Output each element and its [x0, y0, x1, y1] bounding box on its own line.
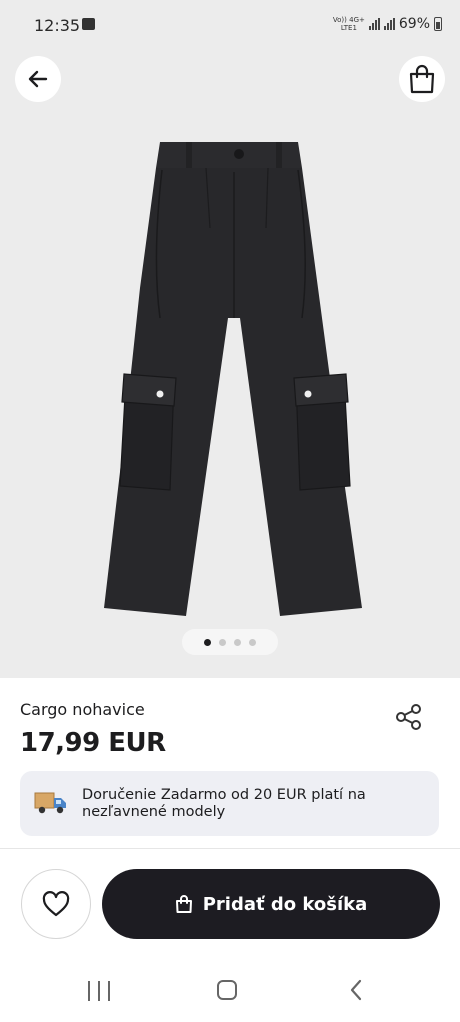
signal-icon-2: [383, 18, 395, 30]
delivery-text: Doručenie Zadarmo od 20 EUR platí na nez…: [82, 787, 366, 820]
add-to-cart-label: Pridať do košíka: [202, 893, 368, 915]
system-back-icon[interactable]: [348, 978, 364, 1002]
status-indicators: Vo)) 4G+ LTE1 69%: [333, 16, 442, 32]
status-bar: 12:35 Vo)) 4G+ LTE1 69%: [0, 0, 460, 38]
cargo-pants-image: [104, 142, 362, 616]
delivery-info-banner: Doručenie Zadarmo od 20 EUR platí na nez…: [20, 771, 439, 836]
back-button[interactable]: [15, 56, 61, 102]
arrow-left-icon: [28, 70, 48, 88]
pagination-dot[interactable]: [249, 638, 256, 646]
share-button[interactable]: [394, 702, 424, 732]
network-line-1: Vo)) 4G+: [332, 16, 365, 24]
system-navigation-bar: [0, 962, 460, 1022]
product-image-gallery[interactable]: [0, 38, 460, 678]
shopping-bag-button[interactable]: [399, 56, 445, 102]
battery-icon: [434, 17, 442, 31]
image-pagination: [182, 629, 278, 655]
product-title: Cargo nohavice: [20, 700, 145, 719]
network-line-2: LTE1: [340, 24, 357, 32]
recent-apps-icon[interactable]: [88, 981, 110, 1001]
share-icon: [396, 704, 421, 730]
favorite-button[interactable]: [21, 869, 91, 939]
network-indicator: Vo)) 4G+ LTE1: [333, 16, 365, 32]
divider: [0, 848, 460, 849]
battery-percentage: 69%: [398, 16, 430, 32]
shopping-bag-icon: [409, 64, 435, 94]
pagination-dot-active[interactable]: [204, 638, 211, 646]
shopping-bag-icon: [175, 895, 192, 913]
add-to-cart-button[interactable]: Pridať do košíka: [102, 869, 440, 939]
delivery-truck-icon: [34, 792, 66, 814]
image-notification-icon: [82, 18, 95, 30]
product-price: 17,99 EUR: [20, 728, 166, 758]
heart-icon: [42, 891, 70, 917]
pagination-dot[interactable]: [234, 638, 241, 646]
pagination-dot[interactable]: [219, 638, 226, 646]
home-icon[interactable]: [217, 980, 237, 1000]
signal-icon: [368, 18, 380, 30]
status-time: 12:35: [34, 16, 81, 35]
